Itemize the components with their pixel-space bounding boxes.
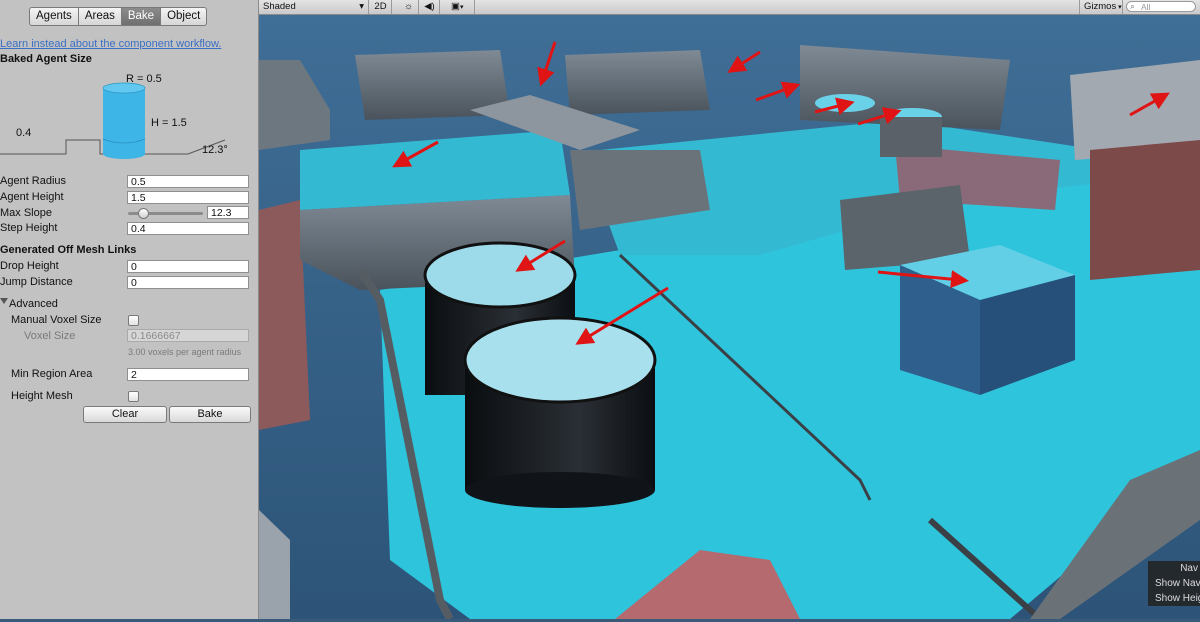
component-workflow-link[interactable]: Learn instead about the component workfl… bbox=[0, 38, 221, 50]
gizmos-dropdown[interactable]: Gizmos ▾ bbox=[1079, 0, 1123, 14]
scene-effects-dropdown[interactable]: ▣▾ bbox=[447, 0, 475, 14]
tank-2-base bbox=[465, 472, 655, 508]
bake-button[interactable]: Bake bbox=[169, 406, 251, 423]
voxel-size-hint: 3.00 voxels per agent radius bbox=[128, 347, 242, 357]
baked-agent-size-heading: Baked Agent Size bbox=[0, 53, 92, 65]
tab-areas[interactable]: Areas bbox=[77, 7, 122, 26]
shading-mode-label: Shaded bbox=[263, 1, 296, 12]
max-slope-field[interactable]: 12.3 bbox=[207, 206, 249, 219]
agent-radius-label: Agent Radius bbox=[0, 175, 67, 187]
step-height-field[interactable]: 0.4 bbox=[127, 222, 249, 235]
tank-2-top-navmesh bbox=[463, 316, 657, 404]
tab-object[interactable]: Object bbox=[160, 7, 208, 26]
shading-mode-dropdown[interactable]: Shaded ▾ bbox=[259, 0, 369, 14]
step-height-label: Step Height bbox=[0, 222, 58, 234]
2d-mode-toggle[interactable]: 2D bbox=[370, 0, 392, 14]
navigation-inspector-panel: Agents Areas Bake Object Learn instead a… bbox=[0, 0, 259, 619]
gizmos-label: Gizmos bbox=[1084, 1, 1117, 12]
advanced-foldout-label[interactable]: Advanced bbox=[9, 298, 58, 310]
navigation-tabs: Agents Areas Bake Object bbox=[29, 7, 208, 26]
agent-height-caption: H = 1.5 bbox=[151, 117, 187, 129]
tab-agents[interactable]: Agents bbox=[29, 7, 79, 26]
agent-cylinder-bottom bbox=[103, 149, 145, 159]
scene-lighting-toggle[interactable]: ☼ bbox=[399, 0, 419, 14]
search-icon: ⌕ bbox=[1130, 1, 1136, 11]
voxel-size-label: Voxel Size bbox=[24, 330, 76, 342]
clear-button[interactable]: Clear bbox=[83, 406, 167, 423]
scene-viewport[interactable] bbox=[259, 15, 1200, 622]
min-region-area-field[interactable]: 2 bbox=[127, 368, 249, 381]
building-right-red bbox=[1090, 140, 1200, 280]
speaker-icon: ◀) bbox=[424, 1, 435, 12]
voxel-size-field: 0.1666667 bbox=[127, 329, 249, 342]
rooftop-tank-2-body bbox=[880, 117, 942, 157]
agent-height-field[interactable]: 1.5 bbox=[127, 191, 249, 204]
tab-bake[interactable]: Bake bbox=[120, 7, 162, 26]
drop-height-field[interactable]: 0 bbox=[127, 260, 249, 273]
manual-voxel-size-checkbox[interactable] bbox=[128, 315, 139, 326]
chevron-down-icon: ▾ bbox=[359, 1, 364, 12]
off-mesh-links-heading: Generated Off Mesh Links bbox=[0, 244, 137, 256]
step-height-caption: 0.4 bbox=[16, 127, 32, 139]
sun-icon: ☼ bbox=[404, 1, 413, 12]
scene-audio-toggle[interactable]: ◀) bbox=[420, 0, 440, 14]
max-slope-label: Max Slope bbox=[0, 207, 52, 219]
advanced-foldout-arrow-icon[interactable] bbox=[0, 298, 8, 304]
show-heightmesh-toggle[interactable]: Show Heig bbox=[1148, 591, 1200, 606]
height-mesh-checkbox[interactable] bbox=[128, 391, 139, 402]
navmesh-overlay-title: Nav bbox=[1148, 561, 1200, 576]
jump-distance-field[interactable]: 0 bbox=[127, 276, 249, 289]
min-region-area-label: Min Region Area bbox=[11, 368, 93, 380]
scene-toolbar: Shaded ▾ 2D ☼ ◀) ▣▾ Gizmos ▾ bbox=[259, 0, 1200, 15]
scene-search-input[interactable]: All bbox=[1126, 1, 1196, 12]
drop-height-label: Drop Height bbox=[0, 260, 59, 272]
agent-radius-field[interactable]: 0.5 bbox=[127, 175, 249, 188]
jump-distance-label: Jump Distance bbox=[0, 276, 73, 288]
manual-voxel-size-label: Manual Voxel Size bbox=[11, 314, 102, 326]
max-slope-caption: 12.3° bbox=[202, 144, 228, 156]
image-icon: ▣ bbox=[451, 1, 460, 12]
show-navmesh-toggle[interactable]: Show Nav bbox=[1148, 576, 1200, 591]
max-slope-slider-thumb[interactable] bbox=[138, 208, 150, 219]
chevron-down-icon: ▾ bbox=[459, 4, 464, 11]
building-back-2 bbox=[565, 50, 710, 115]
agent-height-label: Agent Height bbox=[0, 191, 64, 203]
tank-1-top-navmesh bbox=[423, 241, 577, 309]
agent-radius-caption: R = 0.5 bbox=[126, 73, 162, 85]
height-mesh-label: Height Mesh bbox=[11, 390, 73, 402]
agent-cylinder-body bbox=[103, 88, 145, 154]
chevron-down-icon: ▾ bbox=[1116, 4, 1122, 11]
navmesh-scene-render bbox=[259, 15, 1200, 622]
